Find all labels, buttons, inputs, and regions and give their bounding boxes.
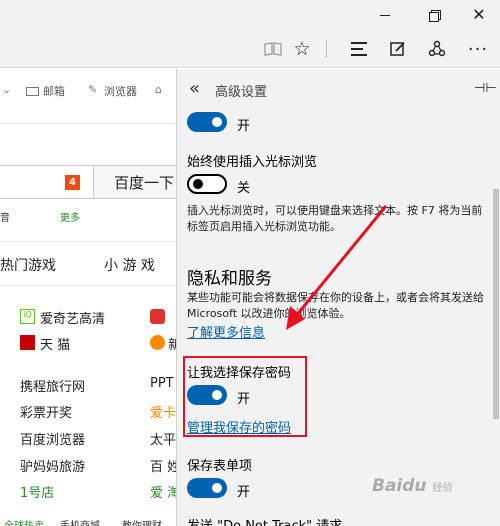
toggle-state-label: 开 — [237, 119, 251, 134]
site-link[interactable]: 百度浏览器 — [20, 429, 85, 448]
browser-toolbar: ☆ ··· — [0, 30, 500, 68]
share-icon — [428, 40, 446, 57]
web-note-icon — [390, 42, 405, 56]
back-icon[interactable]: « — [189, 78, 200, 99]
nav-mail-link[interactable]: 邮箱 — [43, 83, 65, 99]
footer-link[interactable]: 全球热卖 — [4, 517, 44, 526]
chevron-down-icon: ⌄ — [2, 83, 12, 96]
panel-title: 高级设置 — [215, 85, 268, 100]
search-badge: 4 — [65, 175, 80, 190]
site-link[interactable]: PPT — [150, 376, 174, 391]
favorite-star-icon: ☆ — [293, 38, 311, 60]
close-button[interactable]: ✕ — [456, 0, 500, 30]
reading-view-icon — [264, 42, 282, 56]
tmall-logo — [20, 335, 35, 350]
title-bar: ✕ — [0, 0, 500, 30]
site-link[interactable]: 彩票开奖 — [20, 402, 72, 421]
shirt-icon: ⌂ — [155, 83, 162, 96]
site-link[interactable]: 爱奇艺高清 — [40, 308, 105, 327]
web-note-button[interactable] — [386, 38, 410, 60]
footer-link[interactable]: 教你理财 — [122, 517, 162, 526]
toolbar-separator — [326, 40, 327, 58]
share-button[interactable] — [425, 38, 449, 60]
favorite-button[interactable]: ☆ — [290, 38, 314, 60]
setting-title-save-passwords: 让我选择保存密码 — [187, 366, 292, 381]
privacy-description: 某些功能可能会将数据保存在你的设备上，或者会将其发送给 Microsoft 以改… — [187, 291, 484, 320]
toggle-state-label: 开 — [237, 485, 251, 500]
site-link[interactable]: 太平 — [150, 429, 176, 448]
search-button[interactable]: 百度一下 — [93, 165, 176, 199]
toggle-caret-browsing[interactable] — [187, 174, 227, 194]
restore-icon — [429, 10, 441, 22]
leaf-icon: ✎ — [88, 83, 98, 96]
site-link[interactable]: 爱卡 — [150, 402, 176, 421]
weibo-logo — [150, 309, 165, 324]
nav-divider — [0, 123, 176, 124]
close-icon: ✕ — [472, 5, 486, 24]
scrollbar-thumb[interactable] — [493, 189, 499, 419]
more-icon: ··· — [467, 38, 489, 60]
section-divider — [0, 241, 176, 242]
site-link[interactable]: 驴妈妈旅游 — [20, 456, 85, 475]
panel-scrollbar[interactable] — [493, 109, 499, 524]
setting-title-do-not-track: 发送 "Do Not Track" 请求 — [187, 515, 342, 526]
privacy-heading: 隐私和服务 — [187, 269, 272, 289]
site-link[interactable]: 爱 淘 — [150, 482, 176, 501]
site-link[interactable]: 百 姓 — [150, 456, 176, 475]
more-button[interactable]: ··· — [466, 38, 490, 60]
tab-mini-games[interactable]: 小 游 戏 — [104, 255, 155, 275]
learn-more-link[interactable]: 了解更多信息 — [187, 322, 265, 341]
nav-browser-link[interactable]: 浏览器 — [104, 83, 137, 99]
toggle-save-form-entries[interactable] — [187, 478, 227, 498]
site-link[interactable]: 新 — [168, 334, 176, 353]
restore-button[interactable] — [411, 0, 457, 30]
toggle-state-label: 关 — [237, 181, 251, 196]
setting-title-caret-browsing: 始终使用插入光标浏览 — [187, 155, 318, 170]
reading-view-button[interactable] — [261, 38, 285, 60]
taobao-logo — [150, 335, 165, 350]
hub-icon — [351, 42, 367, 56]
site-link[interactable]: 携程旅行网 — [20, 376, 85, 395]
iqiyi-logo: iQ — [20, 309, 35, 324]
site-link[interactable]: 1号店 — [20, 482, 54, 501]
toggle-prev-setting[interactable] — [187, 112, 227, 132]
mail-icon — [26, 87, 39, 96]
more-link[interactable]: 更多 — [60, 209, 80, 224]
manage-passwords-link[interactable]: 管理我保存的密码 — [187, 417, 291, 436]
hub-button[interactable] — [347, 38, 371, 60]
footer-link[interactable]: 手机商城 — [60, 517, 100, 526]
site-nav: ⌄ 邮箱 ✎ 浏览器 ⌂ — [0, 83, 176, 103]
site-link[interactable]: 天 猫 — [40, 334, 70, 353]
caret-browsing-description: 插入光标浏览时，可以使用键盘来选择文本。按 F7 将为当前标签页启用插入光标浏览… — [187, 204, 483, 233]
pin-icon[interactable]: ⊣⊢ — [474, 81, 497, 96]
toggle-state-label: 开 — [237, 392, 251, 407]
setting-title-save-form-entries: 保存表单项 — [187, 459, 253, 474]
web-page: ⌄ 邮箱 ✎ 浏览器 ⌂ 4 百度一下 音 更多 热门游戏 小 游 戏 iQ 爱… — [0, 69, 176, 526]
tab-hot-games[interactable]: 热门游戏 — [0, 255, 56, 275]
minimize-icon — [380, 14, 390, 16]
tabs-divider — [0, 285, 176, 286]
small-link[interactable]: 音 — [0, 209, 10, 224]
baidu-watermark: Baidu 经验 — [372, 476, 453, 496]
toggle-save-passwords[interactable] — [187, 385, 227, 405]
minimize-button[interactable] — [362, 0, 408, 30]
advanced-settings-panel: « 高级设置 ⊣⊢ 开 始终使用插入光标浏览 关 插入光标浏览时，可以使用键盘来… — [176, 69, 500, 526]
